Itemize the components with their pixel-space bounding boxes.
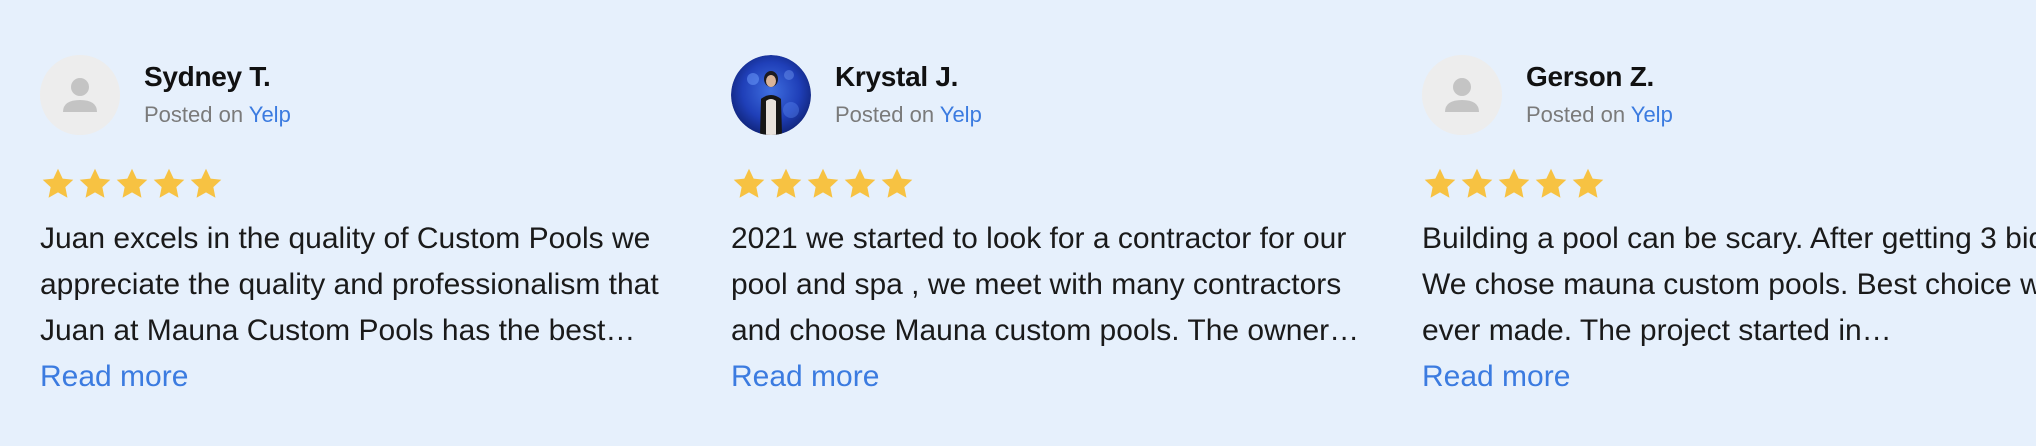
user-photo-avatar bbox=[731, 55, 811, 135]
reviewer-meta: Gerson Z. Posted on Yelp bbox=[1526, 60, 1673, 130]
reviews-row: Sydney T. Posted on Yelp Juan excels in … bbox=[0, 0, 2036, 446]
star-icon bbox=[1461, 168, 1493, 198]
review-text: 2021 we started to look for a contractor… bbox=[731, 222, 1360, 347]
review-card: Krystal J. Posted on Yelp 2021 we starte… bbox=[731, 54, 1391, 400]
star-icon bbox=[844, 168, 876, 198]
review-header: Krystal J. Posted on Yelp bbox=[731, 54, 1391, 136]
reviewer-name: Sydney T. bbox=[144, 61, 271, 92]
reviewer-name: Gerson Z. bbox=[1526, 61, 1654, 92]
default-avatar-icon bbox=[40, 55, 120, 135]
review-card: Gerson Z. Posted on Yelp Building a pool… bbox=[1422, 54, 2036, 400]
posted-prefix: Posted on bbox=[835, 102, 935, 127]
star-icon bbox=[190, 168, 222, 198]
default-avatar-icon bbox=[1422, 55, 1502, 135]
star-icon bbox=[1572, 168, 1604, 198]
source-link[interactable]: Yelp bbox=[249, 102, 291, 127]
reviewer-name: Krystal J. bbox=[835, 61, 959, 92]
read-more-link[interactable]: Read more bbox=[40, 354, 188, 400]
posted-on: Posted on Yelp bbox=[144, 100, 291, 130]
posted-prefix: Posted on bbox=[144, 102, 244, 127]
reviewer-meta: Krystal J. Posted on Yelp bbox=[835, 60, 982, 130]
star-icon bbox=[881, 168, 913, 198]
posted-on: Posted on Yelp bbox=[835, 100, 982, 130]
source-link[interactable]: Yelp bbox=[940, 102, 982, 127]
star-icon bbox=[116, 168, 148, 198]
star-rating bbox=[40, 166, 700, 202]
star-icon bbox=[807, 168, 839, 198]
posted-on: Posted on Yelp bbox=[1526, 100, 1673, 130]
star-icon bbox=[79, 168, 111, 198]
star-icon bbox=[733, 168, 765, 198]
review-header: Sydney T. Posted on Yelp bbox=[40, 54, 700, 136]
posted-prefix: Posted on bbox=[1526, 102, 1626, 127]
source-link[interactable]: Yelp bbox=[1631, 102, 1673, 127]
star-rating bbox=[731, 166, 1391, 202]
star-icon bbox=[1535, 168, 1567, 198]
read-more-link[interactable]: Read more bbox=[1422, 354, 1570, 400]
star-icon bbox=[770, 168, 802, 198]
review-text: Building a pool can be scary. After gett… bbox=[1422, 222, 2036, 347]
read-more-link[interactable]: Read more bbox=[731, 354, 879, 400]
star-icon bbox=[153, 168, 185, 198]
review-header: Gerson Z. Posted on Yelp bbox=[1422, 54, 2036, 136]
review-card: Sydney T. Posted on Yelp Juan excels in … bbox=[40, 54, 700, 400]
star-icon bbox=[1424, 168, 1456, 198]
review-text: Juan excels in the quality of Custom Poo… bbox=[40, 222, 659, 347]
reviewer-meta: Sydney T. Posted on Yelp bbox=[144, 60, 291, 130]
star-icon bbox=[1498, 168, 1530, 198]
star-rating bbox=[1422, 166, 2036, 202]
star-icon bbox=[42, 168, 74, 198]
